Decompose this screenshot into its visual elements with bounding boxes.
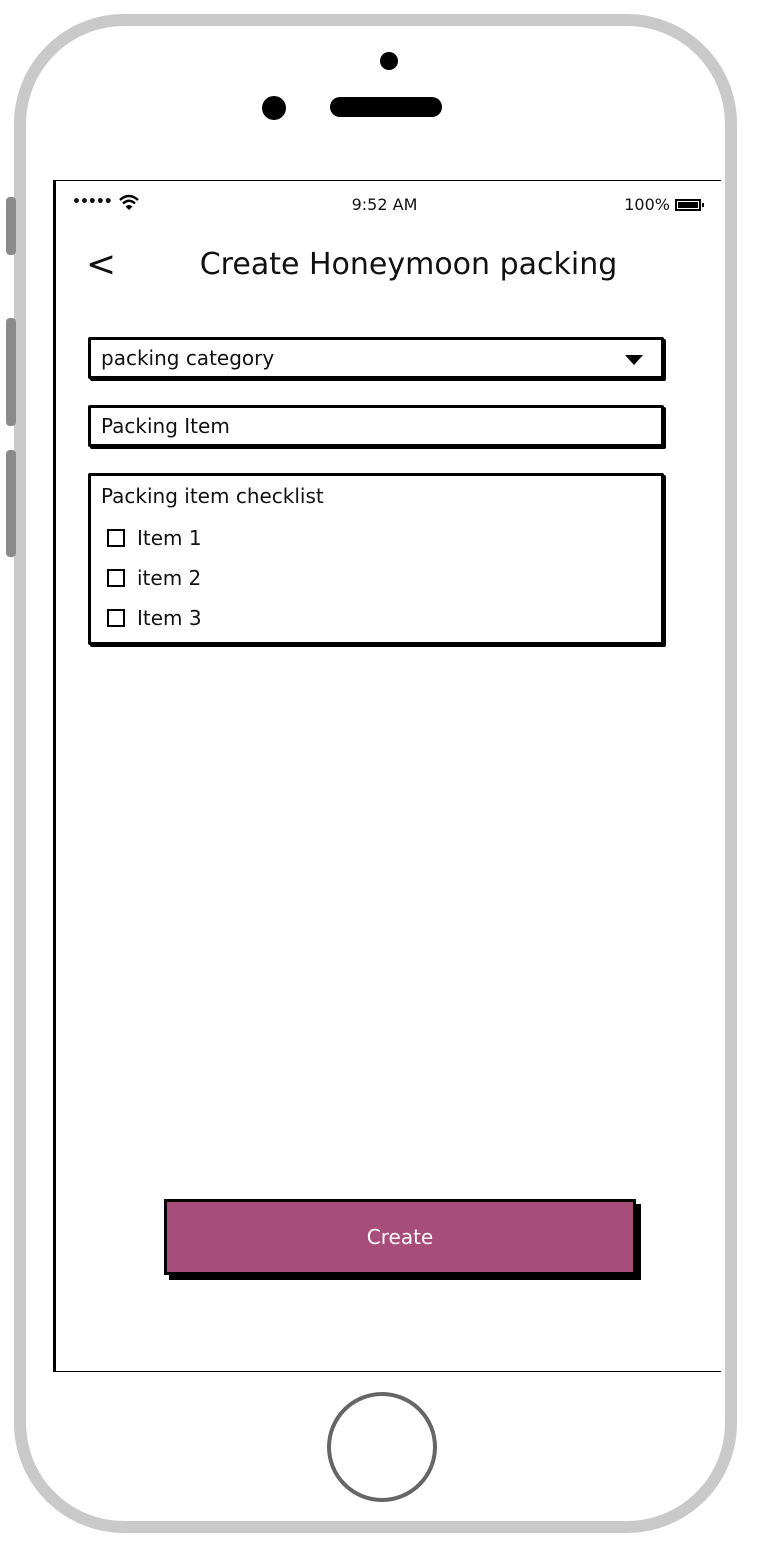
checklist-item-label: Item 1 [137, 526, 202, 550]
front-camera [262, 96, 286, 120]
caret-down-icon [625, 355, 643, 365]
packing-item-placeholder: Packing Item [101, 414, 230, 438]
status-time: 9:52 AM [351, 195, 418, 214]
create-button[interactable]: Create [164, 1199, 636, 1275]
checkbox[interactable] [107, 569, 125, 587]
status-right: 100% [624, 195, 704, 214]
category-select-label: packing category [101, 346, 275, 370]
battery-percent: 100% [624, 195, 670, 214]
checkbox[interactable] [107, 609, 125, 627]
checklist-item-label: Item 3 [137, 606, 202, 630]
battery-icon [675, 198, 704, 211]
status-bar: ••••• 9:52 AM 100% [68, 193, 704, 217]
nav-bar: < Create Honeymoon packing [56, 241, 721, 291]
proximity-sensor [380, 52, 398, 70]
back-chevron-icon[interactable]: < [86, 245, 116, 285]
page-title: Create Honeymoon packing [199, 247, 618, 282]
volume-up-button [6, 318, 16, 426]
checklist-item-label: item 2 [137, 566, 202, 590]
checklist-item[interactable]: item 2 [101, 558, 661, 598]
checklist-title: Packing item checklist [101, 484, 324, 508]
phone-screen: ••••• 9:52 AM 100% < Create Honeymoon pa… [53, 180, 721, 1372]
mute-switch [6, 197, 16, 255]
category-select[interactable]: packing category [88, 337, 664, 379]
checklist-item[interactable]: Item 1 [101, 518, 661, 558]
packing-checklist: Packing item checklist Item 1 item 2 Ite… [88, 473, 664, 645]
home-button[interactable] [327, 1392, 437, 1502]
checkbox[interactable] [107, 529, 125, 547]
packing-item-input[interactable]: Packing Item [88, 405, 664, 447]
earpiece-speaker [330, 97, 442, 117]
checklist-item[interactable]: Item 3 [101, 598, 661, 638]
volume-down-button [6, 450, 16, 557]
